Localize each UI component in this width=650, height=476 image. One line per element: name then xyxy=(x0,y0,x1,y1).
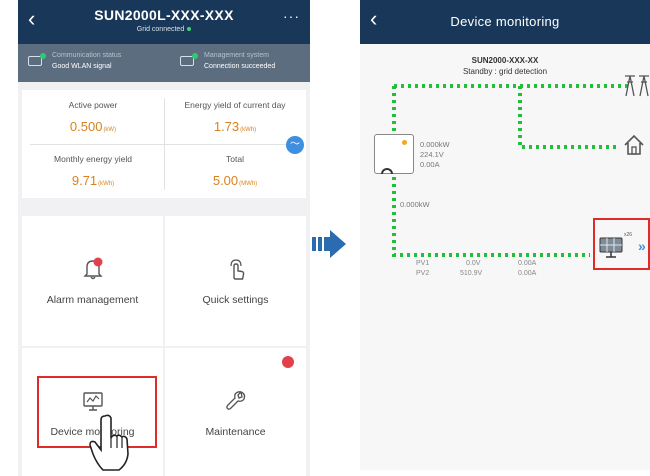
app-header: ‹ SUN2000L-XXX-XXX Grid connected ··· xyxy=(18,0,310,44)
wrench-icon xyxy=(165,386,306,414)
stat-value: 5.00(MWh) xyxy=(164,173,306,188)
wlan-icon xyxy=(28,53,46,66)
inverter-current: 0.00A xyxy=(420,160,440,169)
inverter-connector xyxy=(381,168,393,174)
stat-unit: (MWh) xyxy=(239,181,258,187)
stat-label: Total xyxy=(226,154,244,164)
highlight-box-pv-module xyxy=(593,218,650,270)
comm-value: Good WLAN signal xyxy=(52,63,112,70)
stat-number: 5.00 xyxy=(212,173,239,188)
tile-quick-settings[interactable]: Quick settings xyxy=(165,216,306,346)
more-menu-icon[interactable]: ··· xyxy=(283,8,300,24)
management-status: Management system Connection succeeded xyxy=(204,50,275,72)
transition-arrow-icon xyxy=(312,230,346,258)
divider xyxy=(30,144,298,145)
stat-unit: (kWh) xyxy=(240,127,257,133)
tile-label: Quick settings xyxy=(202,294,269,306)
stat-value: 9.71(kWh) xyxy=(22,173,164,188)
connection-status-text: Grid connected xyxy=(136,26,185,33)
flow-line-home xyxy=(518,86,620,149)
stat-number: 1.73 xyxy=(213,119,240,134)
stat-number: 0.500 xyxy=(69,119,103,134)
pv-current: 0.00A xyxy=(518,270,537,277)
pv-voltage: 0.0V xyxy=(466,260,481,267)
stat-monthly-yield: Monthly energy yield 9.71(kWh) xyxy=(22,144,164,188)
device-title: SUN2000L-XXX-XXX xyxy=(94,7,234,23)
tile-label: Alarm management xyxy=(46,294,139,306)
stat-number: 9.71 xyxy=(71,173,98,188)
tap-gesture-icon xyxy=(165,254,306,282)
inverter-icon xyxy=(374,134,414,174)
pv-name: PV2 xyxy=(416,270,430,277)
pv-name: PV1 xyxy=(416,260,430,267)
energy-stats-card: Active power 0.500(kW) Energy yield of c… xyxy=(22,90,306,198)
stat-value: 0.500(kW) xyxy=(22,119,164,134)
mgmt-value: Connection succeeded xyxy=(204,63,276,70)
communication-status: Communication status Good WLAN signal xyxy=(52,50,121,72)
tile-label: Maintenance xyxy=(205,426,266,438)
status-dot-icon xyxy=(187,27,192,32)
stat-label: Active power xyxy=(68,100,118,110)
notification-dot xyxy=(282,356,294,368)
connection-status: Grid connected xyxy=(18,26,310,33)
trend-chart-icon[interactable]: 〜 xyxy=(286,136,304,154)
inverter-power: 0.000kW xyxy=(420,140,450,149)
stat-active-power: Active power 0.500(kW) xyxy=(22,90,164,134)
battery-power: 0.000kW xyxy=(400,200,430,209)
flow-line-pv xyxy=(392,170,590,257)
stat-total-yield: Total 5.00(MWh) xyxy=(164,144,306,188)
stat-daily-yield: Energy yield of current day 1.73(kWh) xyxy=(164,90,306,134)
stat-label: Monthly energy yield xyxy=(54,154,132,164)
inverter-voltage: 224.1V xyxy=(420,150,444,159)
alarm-bell-icon xyxy=(22,254,163,282)
mgmt-label: Management system xyxy=(204,52,269,59)
home-icon xyxy=(624,134,644,155)
divider xyxy=(22,346,306,348)
tile-maintenance[interactable]: Maintenance xyxy=(165,348,306,476)
comm-label: Communication status xyxy=(52,52,122,59)
stat-unit: (kWh) xyxy=(98,181,115,187)
inverter-status-led xyxy=(402,140,407,145)
stat-unit: (kW) xyxy=(103,127,117,133)
pv-voltage: 510.9V xyxy=(460,270,483,277)
status-bar: Communication status Good WLAN signal Ma… xyxy=(18,44,310,82)
pointing-hand-icon xyxy=(89,414,129,471)
management-system-icon xyxy=(180,53,198,66)
grid-tower-icon xyxy=(625,75,649,97)
pv-current: 0.00A xyxy=(518,260,537,267)
tile-alarm-management[interactable]: Alarm management xyxy=(22,216,163,346)
stat-value: 1.73(kWh) xyxy=(164,119,306,134)
stat-label: Energy yield of current day xyxy=(184,100,286,110)
